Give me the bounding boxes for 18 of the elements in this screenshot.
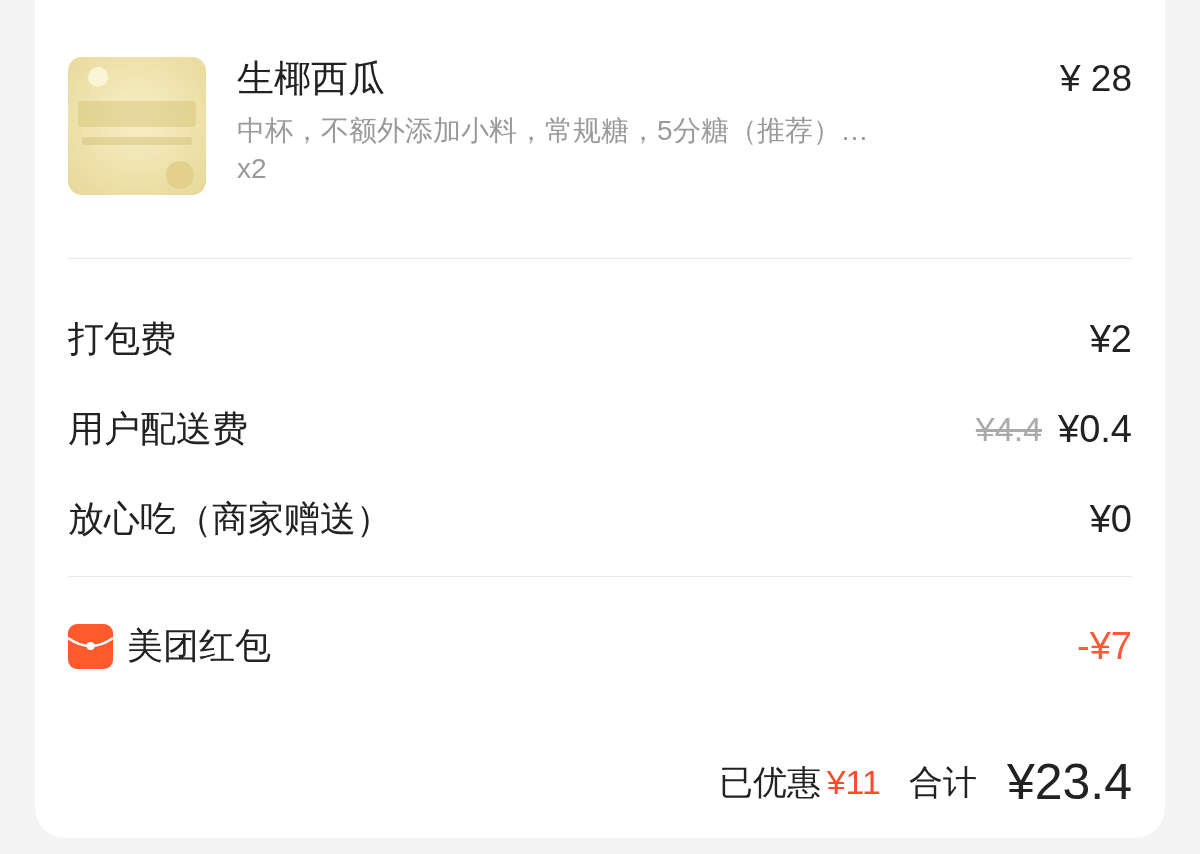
total-amount: ¥23.4 [1006,753,1132,812]
fee-price: ¥2 [1089,316,1132,362]
product-quantity: x2 [237,152,268,186]
product-name: 生椰西瓜 [237,57,385,101]
fee-label: 打包费 [68,317,176,361]
discount-amount: ¥11 [826,762,881,803]
original-price: ¥4.4 [975,408,1043,450]
discount-label: 已优惠 [718,762,821,803]
coupon-amount: -¥7 [1077,623,1132,669]
fee-price: ¥0 [1089,496,1132,542]
fee-label: 用户配送费 [68,407,248,451]
coupon-label: 美团红包 [127,624,271,668]
fee-label: 放心吃（商家赠送） [68,497,392,541]
product-price: ¥ 28 [1060,57,1132,101]
total-label: 合计 [908,762,977,803]
envelope-icon [68,623,113,669]
fee-price: ¥0.4 [1058,406,1132,452]
product-specs: 中杯，不额外添加小料，常规糖，5分糖（推荐）… [237,114,870,148]
